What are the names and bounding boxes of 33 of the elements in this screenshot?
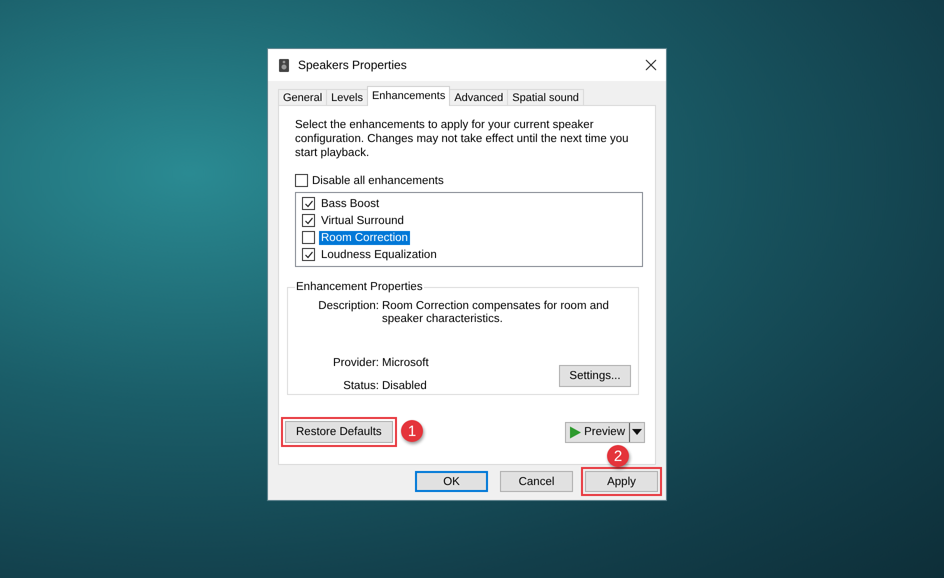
group-title: Enhancement Properties (295, 281, 424, 293)
checkbox[interactable] (302, 197, 315, 210)
checkbox[interactable] (302, 231, 315, 244)
property-value: Microsoft (382, 357, 429, 371)
instructions-text: Select the enhancements to apply for your current speaker configuration. Changes may not take effect until the next time you start playback. (295, 118, 630, 160)
restore-defaults-button[interactable]: Restore Defaults (285, 421, 393, 443)
preview-button[interactable]: Preview (565, 422, 645, 442)
checkbox-label: Disable all enhancements (312, 174, 444, 186)
list-item[interactable]: Virtual Surround (319, 214, 406, 228)
property-label: Status: (342, 380, 380, 394)
dialog-button[interactable]: Apply (585, 471, 658, 492)
step-number-badge: 1 (401, 420, 423, 442)
tab[interactable]: General (278, 89, 328, 106)
speaker-icon (278, 58, 290, 72)
property-label: Description: (317, 300, 380, 314)
checkbox[interactable] (302, 214, 315, 227)
property-label: Provider: (332, 357, 380, 371)
checkbox[interactable] (295, 174, 308, 187)
tab[interactable]: Spatial sound (507, 89, 584, 106)
tab[interactable]: Enhancements (366, 86, 450, 106)
list-item[interactable]: Loudness Equalization (319, 248, 439, 262)
caret-icon (632, 428, 642, 436)
list-item[interactable]: Bass Boost (319, 196, 382, 210)
window-title: Speakers Properties (298, 58, 408, 72)
dialog-button[interactable]: OK (415, 471, 488, 492)
property-value: Room Correction compensates for room and speaker characteristics. (382, 300, 610, 327)
list-item[interactable]: Room Correction (319, 230, 410, 244)
checkbox[interactable] (302, 248, 315, 261)
settings-button[interactable]: Settings... (559, 365, 631, 387)
close-icon[interactable] (644, 58, 658, 72)
play-icon (569, 426, 582, 438)
property-value: Disabled (382, 380, 427, 394)
dialog-button[interactable]: Cancel (500, 471, 573, 492)
